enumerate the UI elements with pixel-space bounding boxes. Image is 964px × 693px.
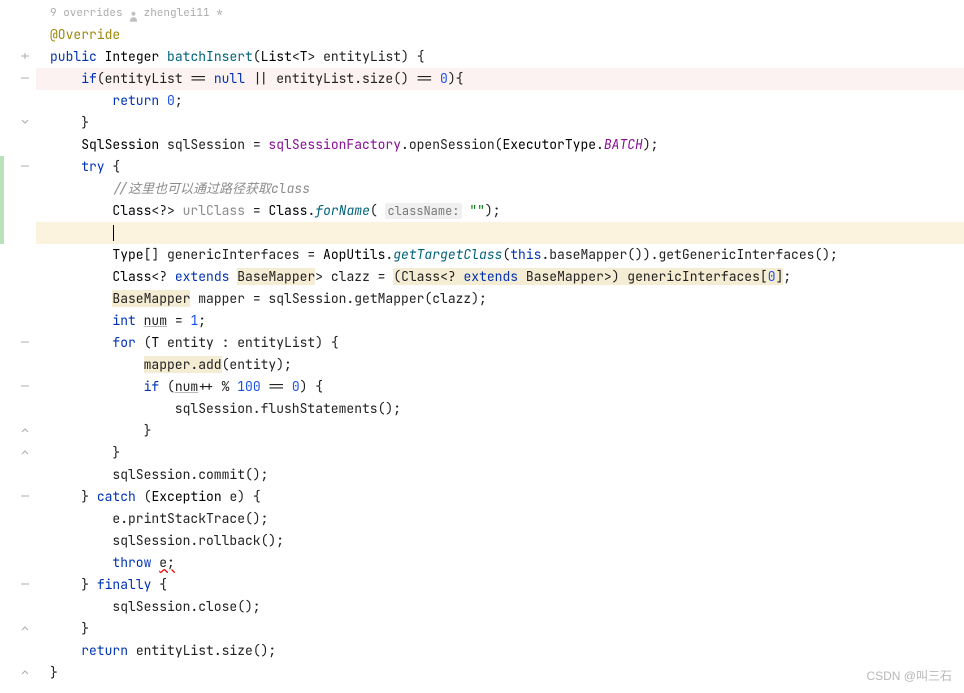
code-line: }	[36, 420, 964, 442]
code-line: Class<?> urlClass = Class.forName( class…	[36, 200, 964, 222]
gutter-l5[interactable]	[0, 112, 36, 134]
code-line: throw e;	[36, 552, 964, 574]
code-line: sqlSession.commit();	[36, 464, 964, 486]
code-line: BaseMapper mapper = sqlSession.getMapper…	[36, 288, 964, 310]
gutter-l15[interactable]	[0, 332, 36, 354]
code-line: mapper.add(entity);	[36, 354, 964, 376]
overrides-hint[interactable]: 9 overrides	[50, 2, 123, 24]
code-line: return 0;	[36, 90, 964, 112]
code-line: sqlSession.rollback();	[36, 530, 964, 552]
code-line: Type[] genericInterfaces = AopUtils.getT…	[36, 244, 964, 266]
code-line: } catch (Exception e) {	[36, 486, 964, 508]
code-line: }	[36, 662, 964, 684]
gutter-l7[interactable]	[0, 156, 36, 178]
header-gutter	[0, 2, 36, 24]
avatar-icon	[129, 8, 138, 19]
code-line: }	[36, 112, 964, 134]
code-line: int num = 1;	[36, 310, 964, 332]
code-line: @Override	[36, 24, 964, 46]
code-line: }	[36, 618, 964, 640]
code-line: SqlSession sqlSession = sqlSessionFactor…	[36, 134, 964, 156]
code-line: sqlSession.close();	[36, 596, 964, 618]
code-line: } finally {	[36, 574, 964, 596]
code-line: if (num++ % 100 == 0) {	[36, 376, 964, 398]
code-line: sqlSession.flushStatements();	[36, 398, 964, 420]
fold-icon[interactable]	[20, 74, 30, 84]
code-line	[36, 222, 964, 244]
fold-icon[interactable]	[20, 52, 30, 62]
caret	[113, 225, 114, 241]
code-line: for (T entity : entityList) {	[36, 332, 964, 354]
code-editor[interactable]: 9 overrides zhenglei11 * @Override publi…	[0, 0, 964, 693]
code-line: return entityList.size();	[36, 640, 964, 662]
code-line: }	[36, 442, 964, 464]
code-line: e.printStackTrace();	[36, 508, 964, 530]
gutter-l17[interactable]	[0, 376, 36, 398]
gutter	[0, 0, 36, 693]
inlay-header[interactable]: 9 overrides zhenglei11 *	[36, 2, 964, 24]
watermark: CSDN @叫三石	[866, 665, 952, 687]
gutter-l2[interactable]	[0, 46, 36, 68]
code-line: //这里也可以通过路径获取class	[36, 178, 964, 200]
author-name[interactable]: zhenglei11 *	[144, 2, 223, 24]
code-line: public Integer batchInsert(List<T> entit…	[36, 46, 964, 68]
code-line: Class<? extends BaseMapper> clazz = (Cla…	[36, 266, 964, 288]
code-line: try {	[36, 156, 964, 178]
gutter-l1	[0, 24, 36, 46]
code-area[interactable]: 9 overrides zhenglei11 * @Override publi…	[36, 0, 964, 693]
gutter-l3[interactable]	[0, 68, 36, 90]
code-line: if(entityList == null || entityList.size…	[36, 68, 964, 90]
